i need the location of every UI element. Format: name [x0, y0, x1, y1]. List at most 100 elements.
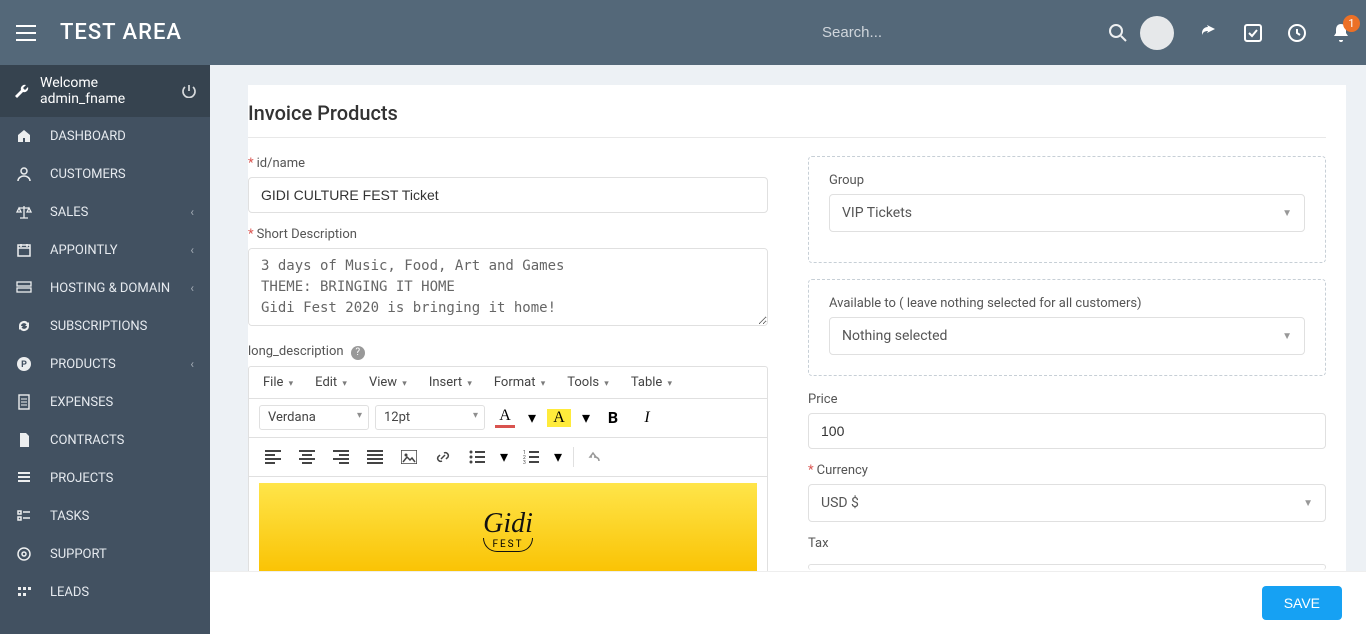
refresh-icon: [16, 318, 36, 334]
sidebar-item-support[interactable]: SUPPORT: [0, 535, 210, 573]
sidebar-item-contracts[interactable]: CONTRACTS: [0, 421, 210, 459]
chevron-left-icon: ‹: [190, 243, 194, 257]
align-center-button[interactable]: [293, 444, 321, 470]
power-icon[interactable]: [182, 84, 196, 98]
group-label: Group: [829, 173, 1305, 188]
sidebar-item-products[interactable]: PPRODUCTS‹: [0, 345, 210, 383]
sidebar-item-label: HOSTING & DOMAIN: [50, 281, 190, 296]
user-icon: [16, 166, 36, 182]
menu-toggle-icon[interactable]: [16, 25, 36, 41]
font-family-select[interactable]: Verdana: [259, 405, 369, 430]
doc-icon: [16, 432, 36, 448]
sidebar-item-customers[interactable]: CUSTOMERS: [0, 155, 210, 193]
align-left-button[interactable]: [259, 444, 287, 470]
chevron-left-icon: ‹: [190, 357, 194, 371]
bullet-list-button[interactable]: [463, 444, 491, 470]
bell-icon[interactable]: 1: [1332, 23, 1350, 43]
undo-button[interactable]: [582, 444, 610, 470]
short-desc-label: Short Description: [248, 227, 768, 242]
banner-sub-text: FEST: [483, 538, 533, 552]
editor-menu-file[interactable]: File ▾: [263, 375, 293, 390]
sidebar-item-appointly[interactable]: APPOINTLY‹: [0, 231, 210, 269]
sidebar-item-label: SUBSCRIPTIONS: [50, 319, 194, 334]
check-square-icon[interactable]: [1244, 24, 1262, 42]
bars-icon: [16, 470, 36, 486]
bg-color-more[interactable]: ▾: [579, 405, 593, 431]
avatar[interactable]: [1140, 16, 1174, 50]
sidebar-item-expenses[interactable]: EXPENSES: [0, 383, 210, 421]
available-label: Available to ( leave nothing selected fo…: [829, 296, 1305, 311]
italic-button[interactable]: I: [633, 405, 661, 431]
wrench-icon: [14, 83, 30, 99]
text-color-button[interactable]: A: [491, 405, 519, 431]
notification-badge: 1: [1343, 15, 1360, 32]
sidebar-item-label: APPOINTLY: [50, 243, 190, 258]
rich-text-editor: File ▾ Edit ▾ View ▾ Insert ▾ Format ▾ Tools …: [248, 366, 768, 572]
font-size-select[interactable]: 12pt: [375, 405, 485, 430]
footer-bar: SAVE: [210, 571, 1366, 634]
long-desc-label: long_description ?: [248, 344, 768, 360]
price-input[interactable]: [808, 413, 1326, 449]
chevron-left-icon: ‹: [190, 205, 194, 219]
help-icon[interactable]: ?: [351, 346, 365, 360]
editor-body[interactable]: Gidi FEST: [249, 477, 767, 572]
align-justify-button[interactable]: [361, 444, 389, 470]
editor-menu-table[interactable]: Table ▾: [631, 375, 672, 390]
sidebar-item-label: DASHBOARD: [50, 129, 194, 144]
editor-menu-edit[interactable]: Edit ▾: [315, 375, 347, 390]
sidebar-item-dashboard[interactable]: DASHBOARD: [0, 117, 210, 155]
link-button[interactable]: [429, 444, 457, 470]
id-name-label: id/name: [248, 156, 768, 171]
text-color-more[interactable]: ▾: [525, 405, 539, 431]
clock-icon[interactable]: [1288, 24, 1306, 42]
currency-select[interactable]: USD $▼: [808, 484, 1326, 522]
sidebar-item-projects[interactable]: PROJECTS: [0, 459, 210, 497]
welcome-text: Welcome admin_fname: [40, 75, 182, 107]
sidebar-item-sales[interactable]: SALES‹: [0, 193, 210, 231]
sidebar: Welcome admin_fname DASHBOARD CUSTOMERS SA…: [0, 65, 210, 634]
editor-menu-format[interactable]: Format ▾: [494, 375, 545, 390]
sidebar-item-tasks[interactable]: TASKS: [0, 497, 210, 535]
short-desc-textarea[interactable]: [248, 248, 768, 326]
available-select[interactable]: Nothing selected▼: [829, 317, 1305, 355]
sidebar-item-subscriptions[interactable]: SUBSCRIPTIONS: [0, 307, 210, 345]
home-icon: [16, 128, 36, 144]
price-label: Price: [808, 392, 1326, 407]
sidebar-item-hosting-domain[interactable]: HOSTING & DOMAIN‹: [0, 269, 210, 307]
sidebar-item-label: CUSTOMERS: [50, 167, 194, 182]
bold-button[interactable]: B: [599, 405, 627, 431]
number-list-button[interactable]: 123: [517, 444, 545, 470]
sidebar-item-label: CONTRACTS: [50, 433, 194, 448]
tax-input[interactable]: [808, 564, 1326, 570]
sidebar-item-leads[interactable]: LEADS: [0, 573, 210, 611]
editor-menubar: File ▾ Edit ▾ View ▾ Insert ▾ Format ▾ Tools …: [249, 367, 767, 399]
number-list-more[interactable]: ▾: [551, 444, 565, 470]
share-icon[interactable]: [1200, 24, 1218, 42]
support-icon: [16, 546, 36, 562]
search-icon[interactable]: [1108, 23, 1128, 43]
scales-icon: [16, 204, 36, 220]
bullet-list-more[interactable]: ▾: [497, 444, 511, 470]
group-select[interactable]: VIP Tickets▼: [829, 194, 1305, 232]
server-icon: [16, 280, 36, 296]
id-name-input[interactable]: [248, 177, 768, 213]
brand-title: TEST AREA: [60, 20, 182, 45]
save-button[interactable]: SAVE: [1262, 586, 1342, 620]
leads-icon: [16, 584, 36, 600]
banner-image: Gidi FEST: [259, 483, 757, 572]
currency-label: Currency: [808, 463, 1326, 478]
editor-toolbar-row2: ▾ 123 ▾: [249, 438, 767, 477]
sidebar-item-label: PROJECTS: [50, 471, 194, 486]
bg-color-button[interactable]: A: [545, 405, 573, 431]
svg-text:3: 3: [523, 460, 526, 464]
align-right-button[interactable]: [327, 444, 355, 470]
search-input[interactable]: [818, 18, 1078, 47]
image-button[interactable]: [395, 444, 423, 470]
editor-menu-insert[interactable]: Insert ▾: [429, 375, 472, 390]
sidebar-item-label: TASKS: [50, 509, 194, 524]
banner-logo-text: Gidi: [483, 508, 533, 540]
editor-menu-view[interactable]: View ▾: [369, 375, 407, 390]
sidebar-item-label: EXPENSES: [50, 395, 194, 410]
editor-menu-tools[interactable]: Tools ▾: [567, 375, 609, 390]
sidebar-item-label: SUPPORT: [50, 547, 194, 562]
